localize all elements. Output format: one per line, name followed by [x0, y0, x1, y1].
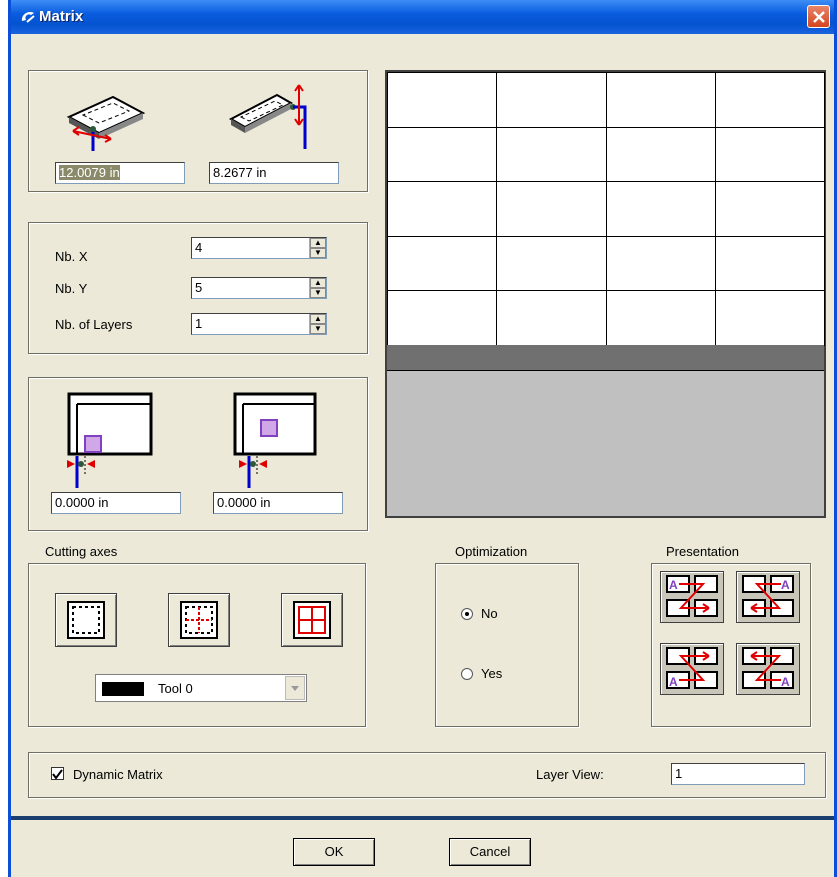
window-title: Matrix	[39, 8, 84, 25]
svg-text:A: A	[781, 578, 790, 592]
presentation-title: Presentation	[666, 544, 739, 559]
counts-panel: Nb. X 4 ▲ ▼ Nb. Y 5 ▲ ▼ Nb. of Layers 1 ▲ ▼	[28, 222, 368, 354]
matrix-cell	[605, 181, 716, 237]
cut-outline-icon	[67, 601, 105, 639]
right-offset-icon	[233, 392, 317, 488]
nb-y-stepper[interactable]: 5 ▲ ▼	[191, 277, 327, 299]
layer-view-label: Layer View:	[536, 767, 604, 782]
layers-label: Nb. of Layers	[55, 317, 133, 332]
close-button[interactable]	[807, 5, 830, 28]
matrix-dialog: Matrix 12.0079 in 8.2677 in Nb. X 4 ▲ ▼ …	[8, 0, 837, 877]
matrix-cell	[605, 126, 716, 183]
right-offset-field[interactable]: 0.0000 in	[213, 492, 343, 514]
matrix-preview	[385, 70, 826, 518]
matrix-cell	[387, 72, 498, 128]
matrix-cell	[714, 126, 825, 183]
preview-band	[387, 345, 824, 371]
layer-view-field[interactable]: 1	[671, 763, 805, 785]
matrix-cell	[387, 235, 498, 292]
optimization-no-label[interactable]: No	[481, 606, 498, 621]
footer-separator	[11, 816, 834, 820]
size-panel: 12.0079 in 8.2677 in	[28, 70, 368, 192]
matrix-cell	[714, 235, 825, 292]
cut-cross-dashed-icon	[180, 601, 218, 639]
dynamic-matrix-checkbox[interactable]	[51, 767, 64, 780]
svg-text:A: A	[781, 675, 790, 689]
zigzag-bottom-right-icon: A	[742, 647, 794, 689]
ok-button[interactable]: OK	[293, 838, 375, 866]
tool-dropdown-button[interactable]	[285, 676, 305, 700]
matrix-cell	[714, 181, 825, 237]
checkmark-icon	[52, 769, 63, 780]
matrix-cell	[496, 181, 607, 237]
matrix-cell	[605, 72, 716, 128]
presentation-bottom-left-button[interactable]: A	[660, 643, 724, 695]
svg-text:A: A	[669, 675, 678, 689]
nb-x-spin[interactable]: ▲ ▼	[309, 238, 326, 258]
matrix-cell	[496, 72, 607, 128]
zigzag-top-right-icon: A	[742, 575, 794, 617]
cancel-button[interactable]: Cancel	[449, 838, 531, 866]
height-dimension-icon	[228, 84, 307, 149]
matrix-cell	[605, 290, 716, 346]
nb-y-spin[interactable]: ▲ ▼	[309, 278, 326, 298]
right-offset-value: 0.0000 in	[217, 495, 271, 510]
matrix-cell	[496, 235, 607, 292]
close-icon	[813, 11, 825, 23]
dynamic-matrix-label[interactable]: Dynamic Matrix	[73, 767, 163, 782]
cutting-axes-title: Cutting axes	[45, 544, 118, 559]
left-offset-value: 0.0000 in	[55, 495, 109, 510]
left-offset-field[interactable]: 0.0000 in	[51, 492, 181, 514]
optimization-title: Optimization	[455, 544, 528, 559]
nb-y-label: Nb. Y	[55, 281, 88, 296]
matrix-grid	[387, 72, 825, 346]
matrix-cell	[387, 126, 498, 183]
matrix-cell	[714, 72, 825, 128]
layers-spin[interactable]: ▲ ▼	[309, 314, 326, 334]
matrix-cell	[605, 235, 716, 292]
height-field[interactable]: 8.2677 in	[209, 162, 339, 184]
left-offset-icon	[67, 392, 153, 488]
optimization-no-radio[interactable]	[461, 608, 473, 620]
presentation-top-right-button[interactable]: A	[736, 571, 800, 623]
width-dimension-icon	[66, 95, 146, 151]
svg-text:A: A	[669, 578, 678, 592]
title-bar[interactable]: Matrix	[11, 0, 834, 34]
layers-stepper[interactable]: 1 ▲ ▼	[191, 313, 327, 335]
zigzag-top-left-icon: A	[666, 575, 718, 617]
height-value: 8.2677 in	[213, 165, 267, 180]
cut-outline-button[interactable]	[55, 593, 117, 647]
presentation-top-left-button[interactable]: A	[660, 571, 724, 623]
cut-grid-button[interactable]	[281, 593, 343, 647]
width-value: 12.0079 in	[59, 165, 120, 180]
optimization-panel	[435, 563, 579, 727]
zigzag-bottom-left-icon: A	[666, 647, 718, 689]
tool-select[interactable]: Tool 0	[95, 674, 307, 702]
nb-x-label: Nb. X	[55, 249, 88, 264]
nb-y-value: 5	[195, 280, 203, 295]
optimization-yes-label[interactable]: Yes	[481, 666, 502, 681]
app-logo-icon	[21, 11, 35, 23]
layers-value: 1	[195, 316, 203, 331]
chevron-down-icon	[291, 686, 299, 691]
tool-color-swatch	[102, 682, 144, 696]
matrix-cell	[714, 290, 825, 346]
layer-view-value: 1	[675, 766, 683, 781]
nb-x-value: 4	[195, 240, 203, 255]
nb-x-stepper[interactable]: 4 ▲ ▼	[191, 237, 327, 259]
cut-grid-icon	[293, 601, 331, 639]
width-field[interactable]: 12.0079 in	[55, 162, 185, 184]
matrix-cell	[496, 290, 607, 346]
matrix-cell	[496, 126, 607, 183]
optimization-yes-radio[interactable]	[461, 668, 473, 680]
offsets-panel: 0.0000 in 0.0000 in	[28, 377, 368, 531]
matrix-cell	[387, 181, 498, 237]
matrix-cell	[387, 290, 498, 346]
tool-label: Tool 0	[158, 681, 193, 696]
cut-cross-dashed-button[interactable]	[168, 593, 230, 647]
presentation-bottom-right-button[interactable]: A	[736, 643, 800, 695]
